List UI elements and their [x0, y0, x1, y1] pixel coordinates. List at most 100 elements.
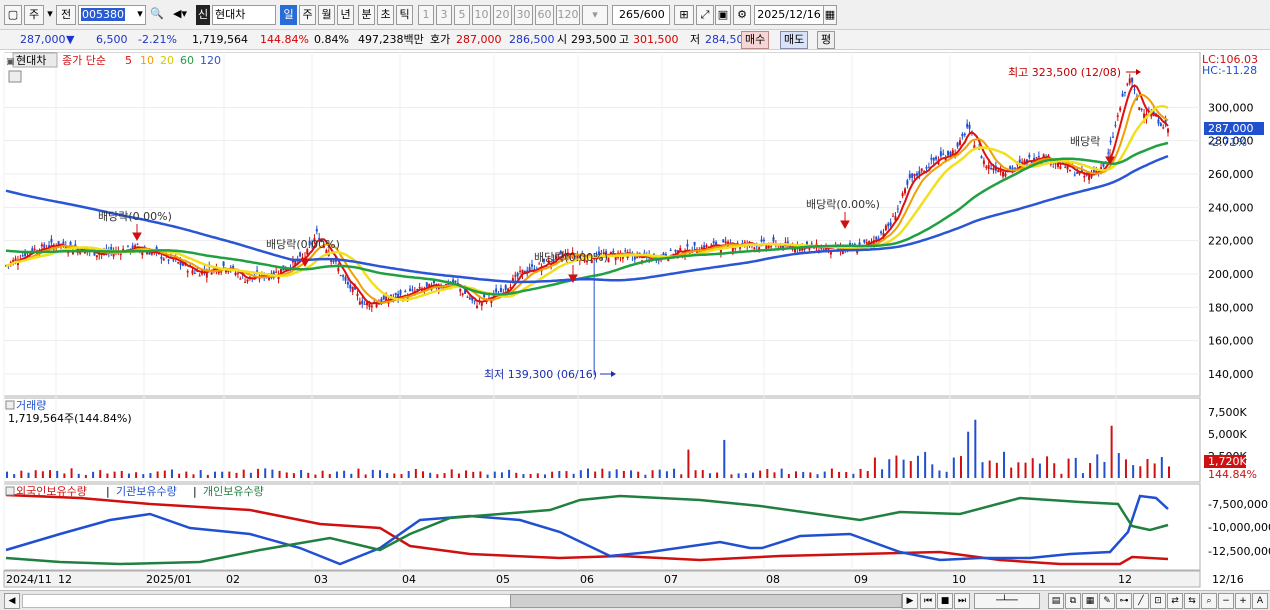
period-tick-button[interactable]: 틱	[396, 5, 413, 25]
interval-5-button[interactable]: 5	[454, 5, 470, 25]
candle-body	[932, 157, 935, 161]
price-tick-label: 180,000	[1208, 301, 1254, 314]
scroll-thumb[interactable]	[510, 594, 902, 608]
volume-bar	[328, 474, 331, 478]
line-icon[interactable]: ╱	[1133, 593, 1149, 609]
chart-type-icon[interactable]: ⊞	[674, 5, 694, 25]
code-dropdown-icon[interactable]: ▾	[134, 5, 146, 25]
mode-sub-button[interactable]: 전	[56, 5, 76, 25]
grid-icon[interactable]: ▦	[1082, 593, 1098, 609]
compare-icon[interactable]: ⇄	[1167, 593, 1183, 609]
scroll-right-icon[interactable]: ▶	[902, 593, 918, 609]
candle-body	[693, 241, 696, 246]
high-price: 301,500	[633, 33, 679, 46]
volume-bar	[608, 471, 611, 478]
interval-30-button[interactable]: 30	[514, 5, 533, 25]
stop-icon[interactable]: ■	[937, 593, 953, 609]
volume-bar	[414, 468, 417, 478]
min-annotation: 최저 139,300 (06/16)	[484, 368, 597, 381]
mode-dropdown-icon[interactable]: ▾	[46, 5, 54, 25]
date-input[interactable]: 2025/12/16	[754, 5, 824, 25]
candle-body	[1059, 166, 1062, 169]
volume-bar	[630, 470, 633, 478]
interval-20-button[interactable]: 20	[493, 5, 512, 25]
chart-area[interactable]: ▣ 현대차 종가 단순 5 10 20 60 120 LC:106.03 HC:…	[0, 51, 1270, 588]
volume-toggle-icon[interactable]	[5, 400, 15, 410]
dividend-label-4: 배당락(0.00%)	[806, 198, 880, 211]
period-second-button[interactable]: 초	[377, 5, 394, 25]
play-forward-icon[interactable]: ⏭	[954, 593, 970, 609]
period-minute-button[interactable]: 분	[358, 5, 375, 25]
calculator-icon[interactable]	[8, 70, 22, 83]
volume-bar	[63, 473, 66, 478]
scroll-track[interactable]	[22, 594, 512, 608]
candle-body	[315, 229, 318, 232]
tools-icon[interactable]: ⤢	[696, 5, 714, 25]
period-year-button[interactable]: 년	[337, 5, 354, 25]
compare2-icon[interactable]: ⇆	[1184, 593, 1200, 609]
interval-10-button[interactable]: 10	[472, 5, 491, 25]
date-picker-icon[interactable]: ▦	[823, 5, 837, 25]
copy-icon[interactable]: ⧉	[1065, 593, 1081, 609]
volume-tick-5000k: 5,000K	[1208, 428, 1247, 441]
zoom-in-icon[interactable]: +	[1235, 593, 1251, 609]
mode-main-button[interactable]: 주	[24, 5, 44, 25]
candle-body	[21, 255, 24, 257]
buy-button[interactable]: 매수	[741, 31, 770, 49]
candle-body	[939, 151, 942, 157]
zoom-slider[interactable]: ─┴──	[974, 593, 1040, 609]
chart-canvas[interactable]: ▣ 현대차 종가 단순 5 10 20 60 120 LC:106.03 HC:…	[0, 51, 1270, 588]
x-axis-label: 02	[226, 573, 240, 586]
draw-icon[interactable]: ✎	[1099, 593, 1115, 609]
volume-bar	[199, 470, 202, 478]
interval-1-button[interactable]: 1	[418, 5, 434, 25]
count-input[interactable]: 265/600	[612, 5, 670, 25]
volume-bar	[113, 471, 116, 478]
period-month-button[interactable]: 월	[318, 5, 335, 25]
measure-icon[interactable]: ⊶	[1116, 593, 1132, 609]
candle-body	[394, 293, 397, 295]
candle-body	[79, 252, 82, 254]
sell-button[interactable]: 매도	[780, 31, 809, 49]
stock-name-field[interactable]: 현대차	[212, 5, 276, 25]
volume-bar	[515, 472, 518, 478]
gear-icon[interactable]: ⚙	[733, 5, 751, 25]
volume-bar	[873, 457, 876, 478]
interval-3-button[interactable]: 3	[436, 5, 452, 25]
scroll-left-icon[interactable]: ◀	[4, 593, 20, 609]
interval-120-button[interactable]: 120	[556, 5, 580, 25]
evaluate-button[interactable]: 평	[817, 31, 836, 49]
interval-60-button[interactable]: 60	[535, 5, 554, 25]
candle-body	[963, 133, 966, 136]
legend-toggle-icon[interactable]: ▣	[6, 57, 15, 67]
volume-bar	[852, 473, 855, 478]
search-icon[interactable]: 🔍	[148, 5, 166, 25]
window-menu-icon[interactable]: ▢	[4, 5, 22, 25]
speaker-icon[interactable]: ◀▾	[168, 5, 192, 25]
volume-bar	[830, 468, 833, 478]
candle-body	[246, 279, 249, 282]
chart-scrollbar[interactable]: ◀ ▶ ⏮ ■ ⏭ ─┴── ▤ ⧉ ▦ ✎ ⊶ ╱ ⊡ ⇄ ⇆ ⌕ − + A	[0, 590, 1270, 610]
volume-bar	[995, 462, 998, 478]
volume-bar	[988, 460, 991, 478]
magnify-icon[interactable]: ⌕	[1201, 593, 1217, 609]
volume-bar	[759, 470, 762, 478]
candle-body	[466, 296, 469, 298]
candle-body	[50, 238, 53, 243]
period-week-button[interactable]: 주	[299, 5, 316, 25]
play-back-icon[interactable]: ⏮	[920, 593, 936, 609]
volume-bar	[959, 456, 962, 478]
font-size-icon[interactable]: A	[1252, 593, 1268, 609]
interval-dropdown-icon[interactable]: ▾	[582, 5, 608, 25]
save-icon[interactable]: ▣	[715, 5, 731, 25]
candle-body	[1112, 136, 1115, 138]
candle-body	[40, 244, 43, 247]
layout-icon[interactable]: ▤	[1048, 593, 1064, 609]
candle-body	[468, 297, 471, 300]
zoom-out-icon[interactable]: −	[1218, 593, 1234, 609]
holding-toggle-icon[interactable]	[5, 486, 15, 496]
candle-body	[1128, 78, 1131, 84]
period-day-button[interactable]: 일	[280, 5, 297, 25]
zoom-area-icon[interactable]: ⊡	[1150, 593, 1166, 609]
candle-body	[1119, 107, 1122, 111]
